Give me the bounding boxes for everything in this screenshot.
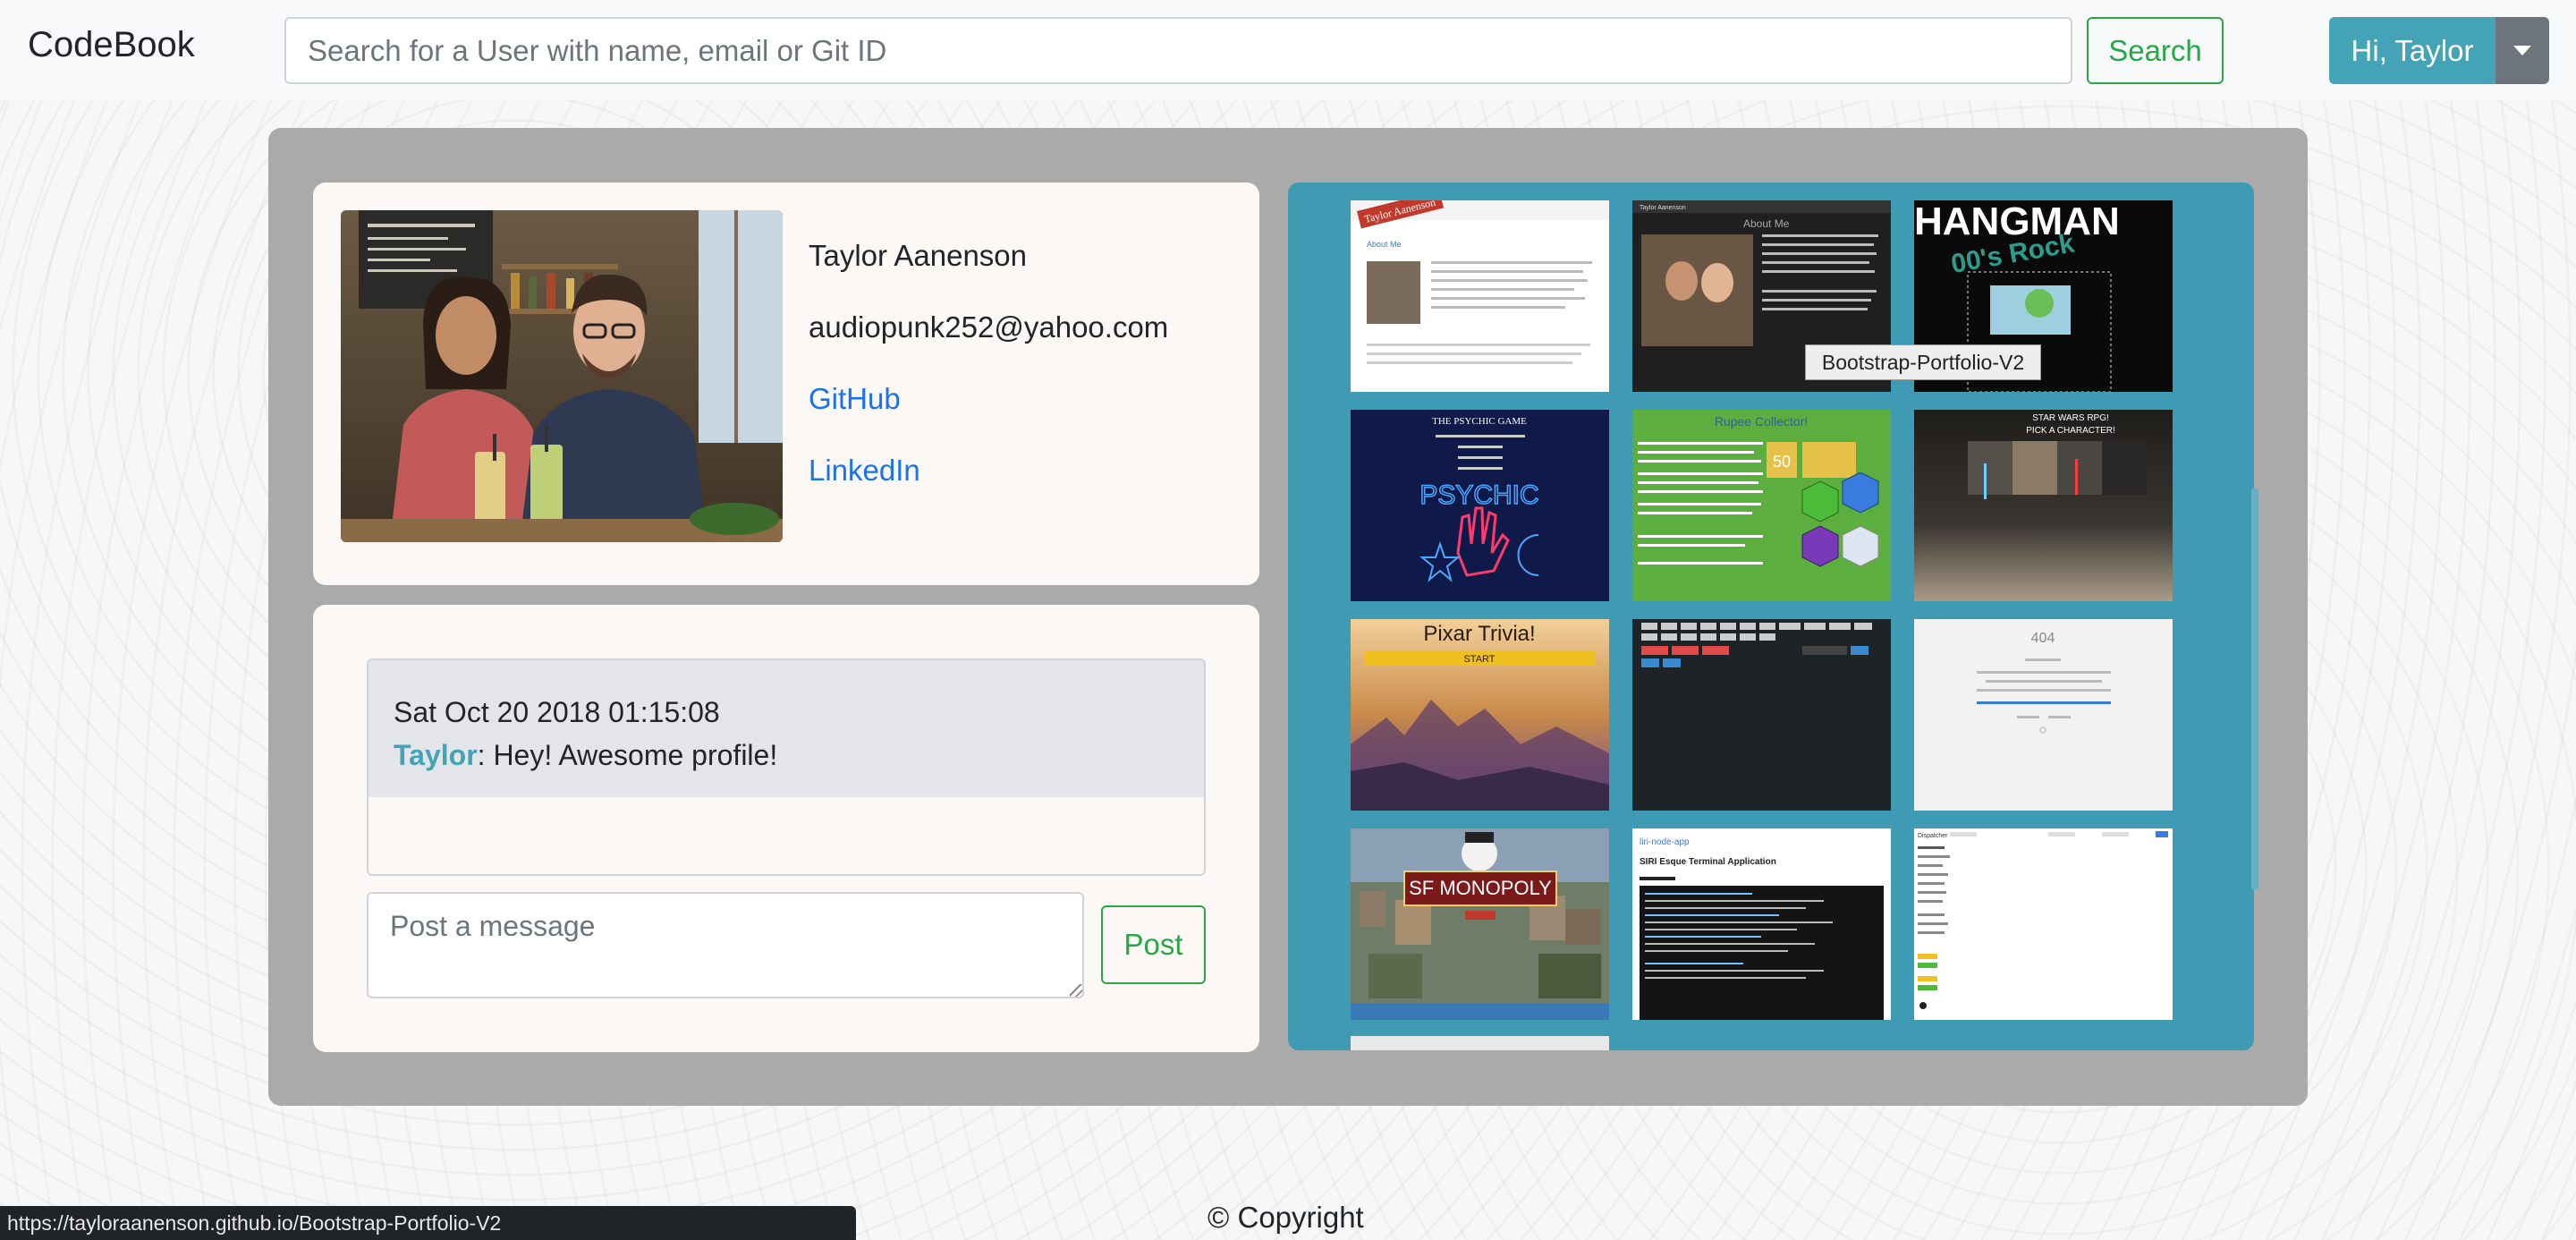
footer-copyright: © Copyright bbox=[1208, 1201, 1364, 1234]
project-thumb-partial[interactable] bbox=[1351, 1036, 1609, 1050]
thumb-subtitle: PICK A CHARACTER! bbox=[2026, 426, 2114, 436]
thumb-caption: HANGMAN bbox=[1914, 200, 2120, 243]
messages-card: Sat Oct 20 2018 01:15:08 Taylor: Hey! Aw… bbox=[313, 605, 1259, 1052]
thumb-caption: Rupee Collector! bbox=[1715, 414, 1808, 429]
thumb-subtitle: SIRI Esque Terminal Application bbox=[1640, 857, 1776, 867]
thumb-caption: Pixar Trivia! bbox=[1423, 622, 1535, 646]
project-thumb-giphy-api[interactable] bbox=[1632, 619, 1891, 811]
thumb-badge: 50 bbox=[1773, 453, 1791, 471]
project-thumb-sf-monopoly[interactable]: SF MONOPOLY bbox=[1351, 828, 1609, 1020]
gallery-scrollbar[interactable] bbox=[2251, 488, 2258, 890]
thumb-subtitle: PSYCHIC bbox=[1419, 480, 1538, 510]
navbar: CodeBook Search Hi, Taylor bbox=[0, 0, 2576, 100]
message-list[interactable]: Sat Oct 20 2018 01:15:08 Taylor: Hey! Aw… bbox=[367, 658, 1206, 876]
user-menu-button[interactable]: Hi, Taylor bbox=[2329, 17, 2496, 84]
github-link[interactable]: GitHub bbox=[809, 381, 1168, 453]
linkedin-link[interactable]: LinkedIn bbox=[809, 453, 1168, 524]
message-text: : Hey! Awesome profile! bbox=[477, 739, 778, 771]
project-thumb-rupee-collector[interactable]: Rupee Collector! 50 bbox=[1632, 410, 1891, 601]
search-button[interactable]: Search bbox=[2087, 17, 2224, 84]
profile-photo bbox=[341, 210, 783, 542]
project-thumb-star-wars-rpg[interactable]: STAR WARS RPG! PICK A CHARACTER! bbox=[1914, 410, 2173, 601]
thumb-caption: THE PSYCHIC GAME bbox=[1432, 416, 1527, 427]
project-thumb-psychic-game[interactable]: THE PSYCHIC GAME PSYCHIC bbox=[1351, 410, 1609, 601]
browser-status-url: https://tayloraanenson.github.io/Bootstr… bbox=[0, 1206, 856, 1240]
thumb-subtitle: About Me bbox=[1367, 240, 1402, 249]
project-thumb-pixar-trivia[interactable]: Pixar Trivia! START bbox=[1351, 619, 1609, 811]
thumb-subtitle: About Me bbox=[1743, 217, 1790, 230]
thumb-start: START bbox=[1463, 654, 1495, 665]
profile-name: Taylor Aanenson bbox=[809, 239, 1028, 272]
project-thumb-liri-node-app[interactable]: liri-node-app SIRI Esque Terminal Applic… bbox=[1632, 828, 1891, 1020]
caret-down-icon bbox=[2513, 46, 2531, 55]
post-message-input[interactable] bbox=[367, 892, 1084, 998]
thumb-caption: liri-node-app bbox=[1640, 837, 1690, 847]
message-author[interactable]: Taylor bbox=[394, 739, 478, 771]
message-body: Taylor: Hey! Awesome profile! bbox=[394, 734, 1179, 777]
thumb-caption: STAR WARS RPG! bbox=[2032, 413, 2109, 423]
project-gallery[interactable]: Taylor Aanenson About Me Taylor Aanenson… bbox=[1288, 183, 2254, 1050]
project-thumb-404-page[interactable]: 404 bbox=[1914, 619, 2173, 811]
thumb-caption: Taylor Aanenson bbox=[1640, 205, 1686, 211]
thumb-caption: SF MONOPOLY bbox=[1409, 877, 1552, 899]
message-item: Sat Oct 20 2018 01:15:08 Taylor: Hey! Aw… bbox=[369, 660, 1204, 797]
project-thumb-dispatcher[interactable]: Dispatcher bbox=[1914, 828, 2173, 1020]
profile-info: Taylor Aanenson audiopunk252@yahoo.com G… bbox=[809, 238, 1168, 524]
thumbnail-tooltip: Bootstrap-Portfolio-V2 bbox=[1805, 344, 2041, 380]
project-thumb-portfolio-v1[interactable]: Taylor Aanenson About Me bbox=[1351, 200, 1609, 392]
thumb-caption: Dispatcher bbox=[1918, 833, 1948, 839]
thumb-caption: 404 bbox=[2031, 631, 2055, 646]
brand-logo[interactable]: CodeBook bbox=[28, 25, 195, 65]
resize-handle-icon[interactable] bbox=[1070, 984, 1082, 997]
post-button[interactable]: Post bbox=[1101, 905, 1206, 984]
message-date: Sat Oct 20 2018 01:15:08 bbox=[394, 696, 720, 728]
profile-card: Taylor Aanenson audiopunk252@yahoo.com G… bbox=[313, 183, 1259, 585]
user-menu-dropdown-toggle[interactable] bbox=[2496, 17, 2549, 84]
profile-email: audiopunk252@yahoo.com bbox=[809, 310, 1169, 344]
search-input[interactable] bbox=[284, 17, 2072, 84]
